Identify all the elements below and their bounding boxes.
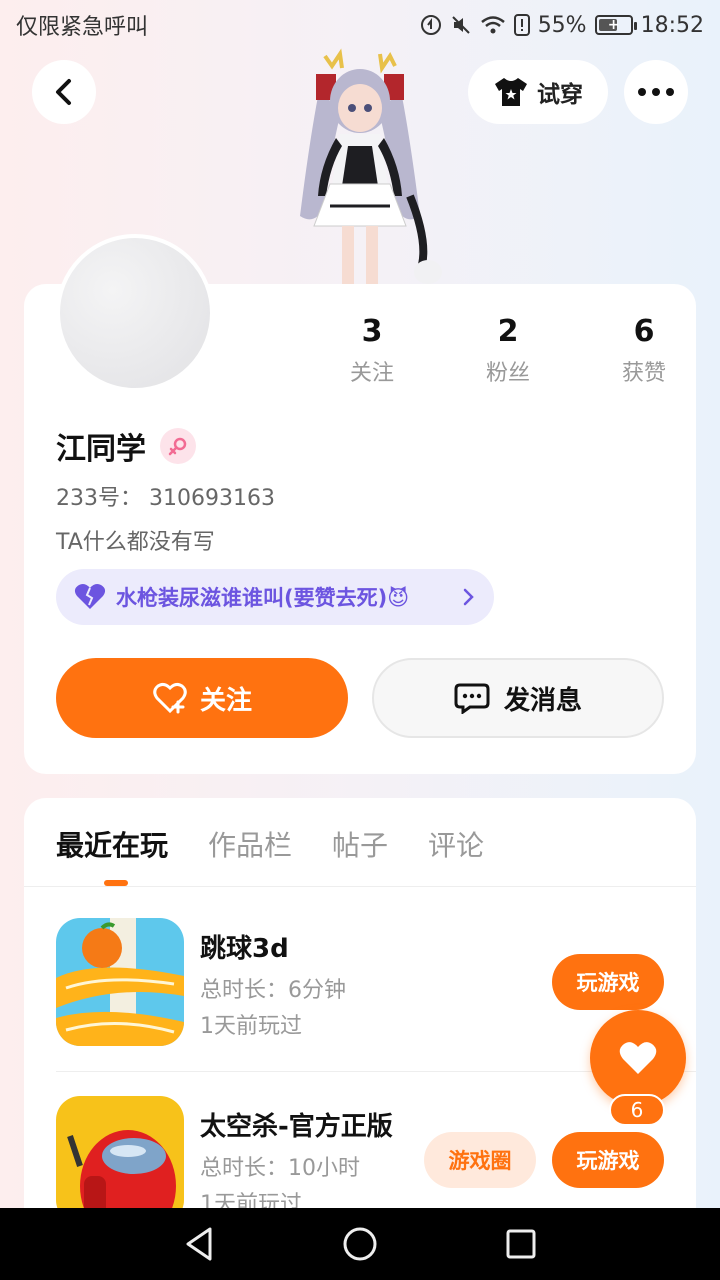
like-count-badge: 6 <box>609 1094 665 1126</box>
back-triangle-icon[interactable] <box>183 1226 215 1262</box>
follow-button[interactable]: 关注 <box>56 658 348 738</box>
battery-icon: + <box>594 15 637 35</box>
tab-posts[interactable]: 帖子 <box>332 824 388 864</box>
divider <box>24 886 696 887</box>
game-title: 跳球3d <box>200 934 289 964</box>
broken-heart-icon <box>74 584 106 609</box>
stat-value: 3 <box>361 314 383 349</box>
avatar[interactable] <box>56 234 214 392</box>
stat-value: 6 <box>633 314 655 349</box>
female-icon <box>160 428 196 464</box>
status-icons: 55% + 18:52 <box>420 13 704 38</box>
emergency-call-text: 仅限紧急呼叫 <box>16 15 149 40</box>
system-nav-bar <box>0 1208 720 1280</box>
play-game-button[interactable]: 玩游戏 <box>552 1132 664 1188</box>
alert-icon <box>513 14 530 36</box>
tryon-label: 试穿 <box>537 82 583 108</box>
stat-label: 粉丝 <box>485 361 530 386</box>
game-circle-button[interactable]: 游戏圈 <box>424 1132 536 1188</box>
tag-text: 水枪装尿滋谁谁叫(要赞去死)😈 <box>116 586 410 610</box>
data-saver-icon <box>420 15 441 35</box>
stat-value: 2 <box>497 314 519 349</box>
status-bar: 仅限紧急呼叫 55% + 18:52 <box>0 0 720 50</box>
user-id: 233号： 310693163 <box>56 486 275 511</box>
tryon-button[interactable]: 试穿 <box>468 60 608 124</box>
game-icon-space-kill <box>56 1096 184 1224</box>
recents-square-icon[interactable] <box>505 1228 537 1260</box>
heart-add-icon <box>153 682 187 714</box>
tab-works[interactable]: 作品栏 <box>208 824 292 864</box>
chevron-right-icon <box>463 588 474 606</box>
stat-following[interactable]: 3 关注 <box>304 314 440 387</box>
home-circle-icon[interactable] <box>342 1226 378 1262</box>
game-duration: 总时长：6分钟 <box>200 978 346 1003</box>
more-dots-icon <box>638 88 674 96</box>
game-title: 太空杀-官方正版 <box>200 1112 393 1142</box>
play-game-button[interactable]: 玩游戏 <box>552 954 664 1010</box>
game-duration: 总时长：10小时 <box>200 1156 360 1181</box>
game-icon-jump-ball <box>56 918 184 1046</box>
more-button[interactable] <box>624 60 688 124</box>
bio: TA什么都没有写 <box>56 530 215 555</box>
tshirt-icon <box>495 78 527 106</box>
clock: 18:52 <box>640 12 704 38</box>
chat-bubble-icon <box>454 683 490 714</box>
list-item[interactable]: 太空杀-官方正版 总时长：10小时 1天前玩过 游戏圈 玩游戏 <box>56 1096 664 1226</box>
wifi-icon <box>480 16 505 34</box>
tab-recently-played[interactable]: 最近在玩 <box>56 824 168 864</box>
tab-bar: 最近在玩 作品栏 帖子 评论 <box>56 824 484 864</box>
name-row: 江同学 <box>56 424 196 468</box>
stat-label: 获赞 <box>621 361 666 386</box>
message-button[interactable]: 发消息 <box>372 658 664 738</box>
stat-fans[interactable]: 2 粉丝 <box>440 314 576 387</box>
stats-row: 3 关注 2 粉丝 6 获赞 <box>304 314 712 387</box>
like-button[interactable] <box>590 1010 686 1106</box>
game-last-played: 1天前玩过 <box>200 1014 302 1039</box>
stat-label: 关注 <box>349 361 394 386</box>
list-item[interactable]: 跳球3d 总时长：6分钟 1天前玩过 玩游戏 <box>56 918 664 1048</box>
back-button[interactable] <box>32 60 96 124</box>
tab-comments[interactable]: 评论 <box>428 824 484 864</box>
follow-label: 关注 <box>199 685 252 716</box>
heart-icon <box>619 1042 657 1074</box>
username: 江同学 <box>56 432 146 467</box>
mute-icon <box>451 16 470 34</box>
stat-likes[interactable]: 6 获赞 <box>576 314 712 387</box>
message-label: 发消息 <box>503 685 582 716</box>
avatar-character-image <box>300 48 442 286</box>
battery-percent: 55% <box>537 12 587 38</box>
chevron-left-icon <box>56 79 71 105</box>
signature-tag[interactable]: 水枪装尿滋谁谁叫(要赞去死)😈 <box>56 569 494 625</box>
